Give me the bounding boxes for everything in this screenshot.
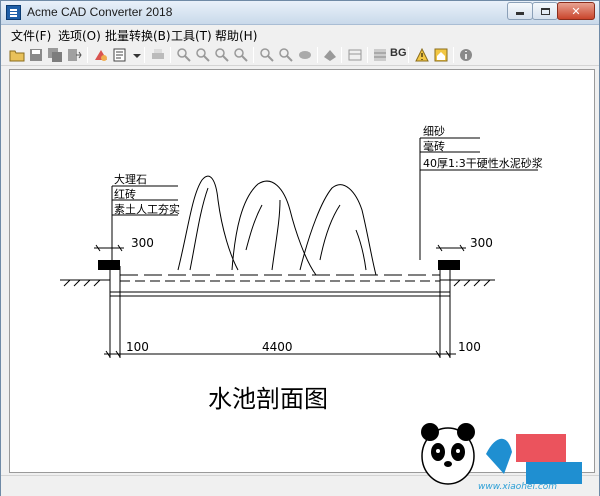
layer-icon[interactable] [322, 47, 338, 63]
layout-icon[interactable] [347, 47, 363, 63]
layer-label-right-2: 毫砖 [423, 139, 445, 153]
menu-options[interactable]: 选项(O) [58, 27, 101, 44]
pan-icon[interactable] [278, 47, 294, 63]
chevron-down-icon[interactable] [129, 47, 141, 63]
coping-block-right [438, 260, 460, 270]
menu-help[interactable]: 帮助(H) [215, 27, 257, 44]
menu-bar: 文件(F) 选项(O) 批量转换(B) 工具(T) 帮助(H) [1, 25, 599, 44]
view-icon[interactable] [297, 47, 313, 63]
toolbar: BG [1, 44, 599, 66]
maximize-icon [533, 3, 557, 19]
drawing-canvas[interactable]: 大理石 红砖 素土人工夯实 细砂 毫砖 40厚1:3干硬性水泥砂浆 300 30… [9, 69, 595, 473]
maximize-button[interactable] [532, 2, 558, 20]
app-icon [6, 5, 21, 20]
dim-bottom-left: 100 [126, 340, 149, 354]
zoom-realtime-icon[interactable] [233, 47, 249, 63]
watermark-url: www.xiaohei.com [478, 482, 558, 492]
grid-icon[interactable] [372, 47, 388, 63]
dim-top-right: 300 [470, 236, 493, 250]
layer-label-right-3: 40厚1:3干硬性水泥砂浆 [423, 156, 543, 170]
background-button[interactable]: BG [390, 47, 407, 59]
drawing-caption: 水池剖面图 [208, 385, 328, 413]
layer-label-left-2: 红砖 [114, 187, 136, 201]
menu-batch-convert[interactable]: 批量转换(B) [105, 27, 171, 44]
export-icon[interactable] [66, 47, 82, 63]
print-icon[interactable] [150, 47, 166, 63]
warning-icon[interactable] [414, 47, 430, 63]
info-icon[interactable] [458, 47, 474, 63]
open-icon[interactable] [9, 47, 25, 63]
layer-label-left-1: 大理石 [114, 172, 147, 186]
zoom-window-icon[interactable] [214, 47, 230, 63]
menu-tools[interactable]: 工具(T) [171, 27, 212, 44]
coping-block-left [98, 260, 120, 270]
window-title: Acme CAD Converter 2018 [27, 5, 173, 19]
save-icon[interactable] [28, 47, 44, 63]
print-setup-icon[interactable] [112, 47, 128, 63]
dim-bottom-right: 100 [458, 340, 481, 354]
zoom-extents-icon[interactable] [259, 47, 275, 63]
layer-label-right-1: 细砂 [423, 125, 445, 138]
save-all-icon[interactable] [47, 47, 63, 63]
zoom-in-icon[interactable] [195, 47, 211, 63]
close-icon: ✕ [571, 4, 581, 18]
home-icon[interactable] [433, 47, 449, 63]
close-button[interactable]: ✕ [557, 2, 595, 20]
title-bar[interactable]: Acme CAD Converter 2018 ✕ [1, 1, 599, 25]
minimize-button[interactable] [507, 2, 533, 20]
layer-label-left-3: 素土人工夯实 [114, 202, 180, 216]
minimize-icon [508, 3, 532, 19]
convert-icon[interactable] [93, 47, 109, 63]
menu-file[interactable]: 文件(F) [11, 27, 51, 44]
zoom-out-icon[interactable] [176, 47, 192, 63]
dim-bottom-middle: 4400 [262, 340, 293, 354]
rockery [177, 175, 377, 276]
dim-top-left: 300 [131, 236, 154, 250]
